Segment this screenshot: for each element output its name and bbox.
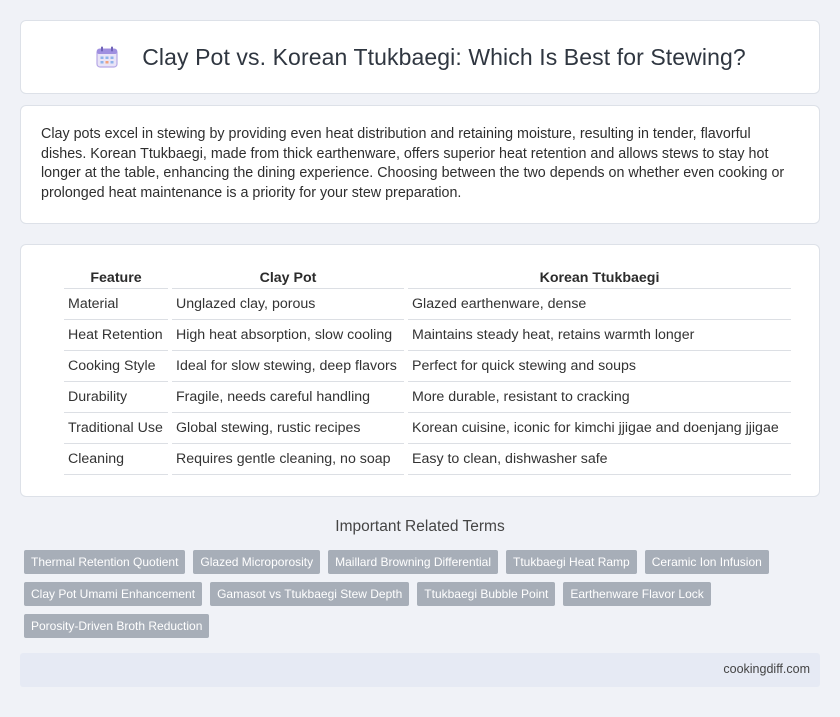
related-term-tag[interactable]: Ttukbaegi Heat Ramp: [506, 550, 637, 574]
table-cell-feature: Durability: [64, 382, 168, 413]
table-header-row: Feature Clay Pot Korean Ttukbaegi: [64, 265, 791, 289]
table-cell-clay-pot: Global stewing, rustic recipes: [172, 413, 404, 444]
table-cell-feature: Traditional Use: [64, 413, 168, 444]
related-term-tag[interactable]: Gamasot vs Ttukbaegi Stew Depth: [210, 582, 410, 606]
comparison-table: Feature Clay Pot Korean Ttukbaegi Materi…: [60, 265, 795, 475]
table-cell-ttukbaegi: Perfect for quick stewing and soups: [408, 351, 791, 382]
related-terms-list: Thermal Retention Quotient Glazed Microp…: [24, 550, 804, 638]
related-term-tag[interactable]: Clay Pot Umami Enhancement: [24, 582, 203, 606]
table-cell-feature: Material: [64, 289, 168, 320]
table-cell-ttukbaegi: Korean cuisine, iconic for kimchi jjigae…: [408, 413, 791, 444]
table-row: Material Unglazed clay, porous Glazed ea…: [64, 289, 791, 320]
footer-site-link[interactable]: cookingdiff.com: [723, 662, 810, 676]
intro-paragraph: Clay pots excel in stewing by providing …: [41, 126, 785, 201]
related-term-tag[interactable]: Ttukbaegi Bubble Point: [417, 582, 556, 606]
table-row: Cooking Style Ideal for slow stewing, de…: [64, 351, 791, 382]
table-row: Heat Retention High heat absorption, slo…: [64, 320, 791, 351]
related-term-tag[interactable]: Maillard Browning Differential: [328, 550, 498, 574]
column-header-ttukbaegi: Korean Ttukbaegi: [408, 265, 791, 289]
related-term-tag[interactable]: Earthenware Flavor Lock: [563, 582, 711, 606]
table-cell-ttukbaegi: Maintains steady heat, retains warmth lo…: [408, 320, 791, 351]
table-row: Durability Fragile, needs careful handli…: [64, 382, 791, 413]
related-term-tag[interactable]: Thermal Retention Quotient: [24, 550, 186, 574]
table-cell-feature: Cleaning: [64, 444, 168, 475]
header-card: Clay Pot vs. Korean Ttukbaegi: Which Is …: [20, 20, 820, 94]
table-cell-ttukbaegi: Glazed earthenware, dense: [408, 289, 791, 320]
table-row: Traditional Use Global stewing, rustic r…: [64, 413, 791, 444]
table-cell-ttukbaegi: Easy to clean, dishwasher safe: [408, 444, 791, 475]
related-terms-heading: Important Related Terms: [335, 518, 505, 535]
calendar-icon: [94, 44, 120, 70]
related-term-tag[interactable]: Glazed Microporosity: [193, 550, 321, 574]
page-title: Clay Pot vs. Korean Ttukbaegi: Which Is …: [142, 43, 746, 70]
column-header-clay-pot: Clay Pot: [172, 265, 404, 289]
table-cell-ttukbaegi: More durable, resistant to cracking: [408, 382, 791, 413]
table-cell-clay-pot: Fragile, needs careful handling: [172, 382, 404, 413]
table-cell-feature: Cooking Style: [64, 351, 168, 382]
comparison-card: Feature Clay Pot Korean Ttukbaegi Materi…: [20, 244, 820, 497]
intro-card: Clay pots excel in stewing by providing …: [20, 105, 820, 224]
table-cell-feature: Heat Retention: [64, 320, 168, 351]
related-term-tag[interactable]: Porosity-Driven Broth Reduction: [24, 614, 210, 638]
related-term-tag[interactable]: Ceramic Ion Infusion: [644, 550, 769, 574]
header-inner: Clay Pot vs. Korean Ttukbaegi: Which Is …: [94, 44, 746, 71]
table-cell-clay-pot: Requires gentle cleaning, no soap: [172, 444, 404, 475]
table-row: Cleaning Requires gentle cleaning, no so…: [64, 444, 791, 475]
column-header-feature: Feature: [64, 265, 168, 289]
footer-bar: cookingdiff.com: [20, 653, 820, 687]
table-cell-clay-pot: High heat absorption, slow cooling: [172, 320, 404, 351]
table-cell-clay-pot: Ideal for slow stewing, deep flavors: [172, 351, 404, 382]
table-cell-clay-pot: Unglazed clay, porous: [172, 289, 404, 320]
